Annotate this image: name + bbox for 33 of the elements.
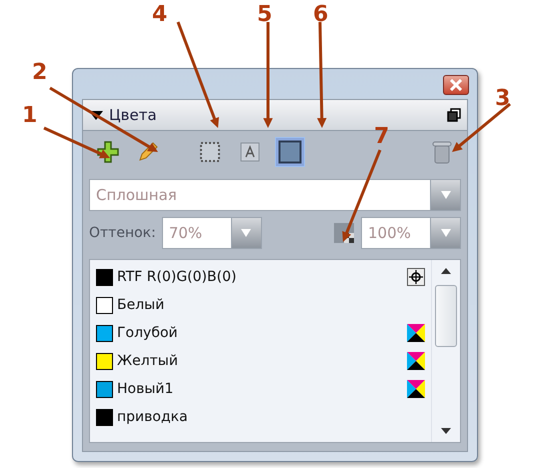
color-name[interactable]: Голубой (117, 325, 403, 341)
scroll-up-icon (441, 268, 451, 274)
callout-number: 4 (152, 2, 168, 27)
filled-square-icon (278, 140, 302, 164)
crosshair-icon (407, 268, 425, 286)
color-name[interactable]: RTF R(0)G(0)B(0) (117, 269, 403, 285)
shade-label: Оттенок: (89, 225, 156, 241)
spin-arrow-button[interactable] (430, 218, 460, 248)
spin-arrow-button[interactable] (230, 218, 261, 248)
callout-number: 3 (495, 86, 510, 111)
cmyk-icon (407, 352, 425, 370)
close-icon (449, 79, 463, 91)
callout-number: 5 (257, 2, 272, 27)
scroll-down-icon (441, 428, 451, 434)
float-icon[interactable] (447, 108, 461, 122)
color-name[interactable]: Новый1 (117, 381, 403, 397)
trash-icon (432, 140, 452, 164)
callout-number: 2 (32, 60, 48, 85)
scrollbar[interactable] (431, 260, 460, 442)
letter-a-icon (240, 142, 260, 162)
color-name[interactable]: Желтый (117, 353, 403, 369)
cmyk-icon (407, 324, 425, 342)
panel-title[interactable]: Цвета (89, 106, 157, 124)
close-button[interactable] (443, 75, 469, 95)
callout-number: 1 (22, 103, 38, 128)
callout-number: 6 (313, 2, 328, 27)
cmyk-icon (407, 380, 425, 398)
callout-number: 7 (374, 124, 390, 149)
color-name[interactable]: Белый (117, 297, 425, 313)
mode-button[interactable] (275, 137, 305, 167)
dropdown-arrow-button[interactable] (430, 180, 460, 210)
color-name[interactable]: приводка (117, 409, 425, 425)
frame-icon (199, 141, 221, 163)
